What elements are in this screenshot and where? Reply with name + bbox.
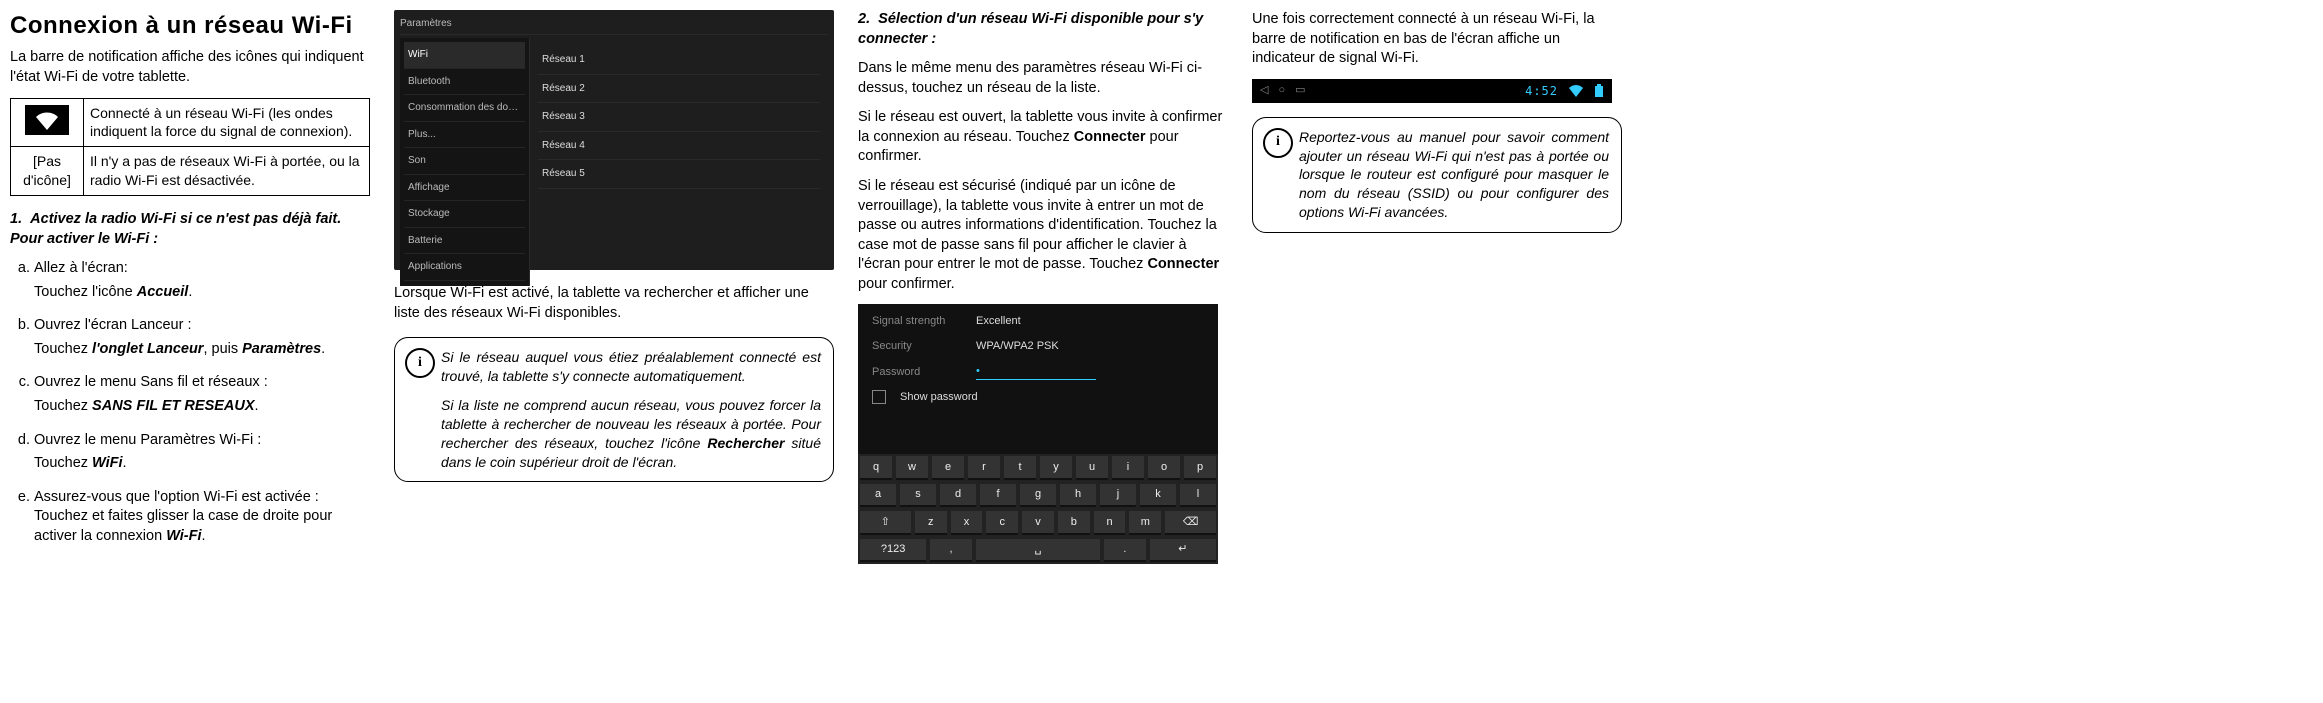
key: q <box>860 456 892 480</box>
sidebar-item: Batterie <box>404 228 525 255</box>
network-row: Réseau 2 <box>538 75 820 104</box>
status-connected-desc: Connecté à un réseau Wi-Fi (les ondes in… <box>84 98 370 147</box>
network-row: Réseau 3 <box>538 103 820 132</box>
sidebar-item: Consommation des données <box>404 95 525 122</box>
battery-icon <box>1594 84 1604 98</box>
step2-p2: Si le réseau est ouvert, la tablette vou… <box>858 108 1228 167</box>
settings-sidebar: WiFi Bluetooth Consommation des données … <box>400 38 530 286</box>
network-row: Réseau 4 <box>538 132 820 161</box>
step1-b: Ouvrez l'écran Lanceur : Touchez l'ongle… <box>34 316 370 359</box>
status-noicon-desc: Il n'y a pas de réseaux Wi-Fi à portée, … <box>84 147 370 196</box>
step1-lead: 1. Activez la radio Wi-Fi si ce n'est pa… <box>10 210 370 249</box>
col2-para: Lorsque Wi-Fi est activé, la tablette va… <box>394 284 834 323</box>
step2-p1: Dans le même menu des paramètres réseau … <box>858 59 1228 98</box>
col4-p1: Une fois correctement connecté à un rése… <box>1252 10 1622 69</box>
sidebar-item: Plus... <box>404 122 525 149</box>
notification-bar: ◁ ○ ▭ 4:52 <box>1252 79 1612 103</box>
sidebar-item: Son <box>404 148 525 175</box>
checkbox-icon <box>872 390 886 404</box>
status-noicon-label: [Pas d'icône] <box>11 147 84 196</box>
step1-e: Assurez-vous que l'option Wi-Fi est acti… <box>34 488 370 547</box>
space-key: ␣ <box>976 539 1100 563</box>
screenshot-title: Paramètres <box>400 17 452 31</box>
settings-screenshot: Paramètres WiFi Bluetooth Consommation d… <box>394 10 834 270</box>
step1-sublist: Allez à l'écran: Touchez l'icône Accueil… <box>10 259 370 546</box>
info-note-2: i Reportez-vous au manuel pour savoir co… <box>1252 117 1622 233</box>
step1-a: Allez à l'écran: Touchez l'icône Accueil… <box>34 259 370 302</box>
shift-key-icon: ⇧ <box>860 511 911 535</box>
sidebar-item: Affichage <box>404 175 525 202</box>
backspace-key-icon: ⌫ <box>1165 511 1216 535</box>
clock-text: 4:52 <box>1525 83 1558 99</box>
recents-icon: ▭ <box>1295 83 1305 98</box>
info-note-1: i Si le réseau auquel vous étiez préalab… <box>394 337 834 482</box>
onscreen-keyboard: qwertyuiop asdfghjkl ⇧zxcvbnm⌫ ?123,␣.↵ <box>858 454 1218 564</box>
intro-text: La barre de notification affiche des icô… <box>10 48 370 87</box>
wifi-icon <box>25 105 69 135</box>
enter-key-icon: ↵ <box>1150 539 1216 563</box>
sidebar-item: Stockage <box>404 201 525 228</box>
step1-c: Ouvrez le menu Sans fil et réseaux : Tou… <box>34 373 370 416</box>
page-title: Connexion à un réseau Wi-Fi <box>10 10 370 42</box>
back-icon: ◁ <box>1260 83 1268 98</box>
sidebar-item: Bluetooth <box>404 69 525 96</box>
wifi-network-list: Réseau 1 Réseau 2 Réseau 3 Réseau 4 Rése… <box>530 38 828 286</box>
info-icon: i <box>405 348 435 378</box>
sidebar-item: WiFi <box>404 42 525 69</box>
network-row: Réseau 5 <box>538 160 820 189</box>
keyboard-screenshot: Signal strengthExcellent SecurityWPA/WPA… <box>858 304 1218 564</box>
step2-p3: Si le réseau est sécurisé (indiqué par u… <box>858 177 1228 294</box>
step1-d: Ouvrez le menu Paramètres Wi-Fi : Touche… <box>34 431 370 474</box>
wifi-status-table: Connecté à un réseau Wi-Fi (les ondes in… <box>10 98 370 197</box>
sidebar-item: Applications <box>404 254 525 281</box>
home-icon: ○ <box>1278 83 1285 98</box>
info-icon: i <box>1263 128 1293 158</box>
step2-lead: 2. Sélection d'un réseau Wi-Fi disponibl… <box>858 10 1228 49</box>
wifi-signal-icon <box>1568 84 1584 98</box>
network-row: Réseau 1 <box>538 46 820 75</box>
